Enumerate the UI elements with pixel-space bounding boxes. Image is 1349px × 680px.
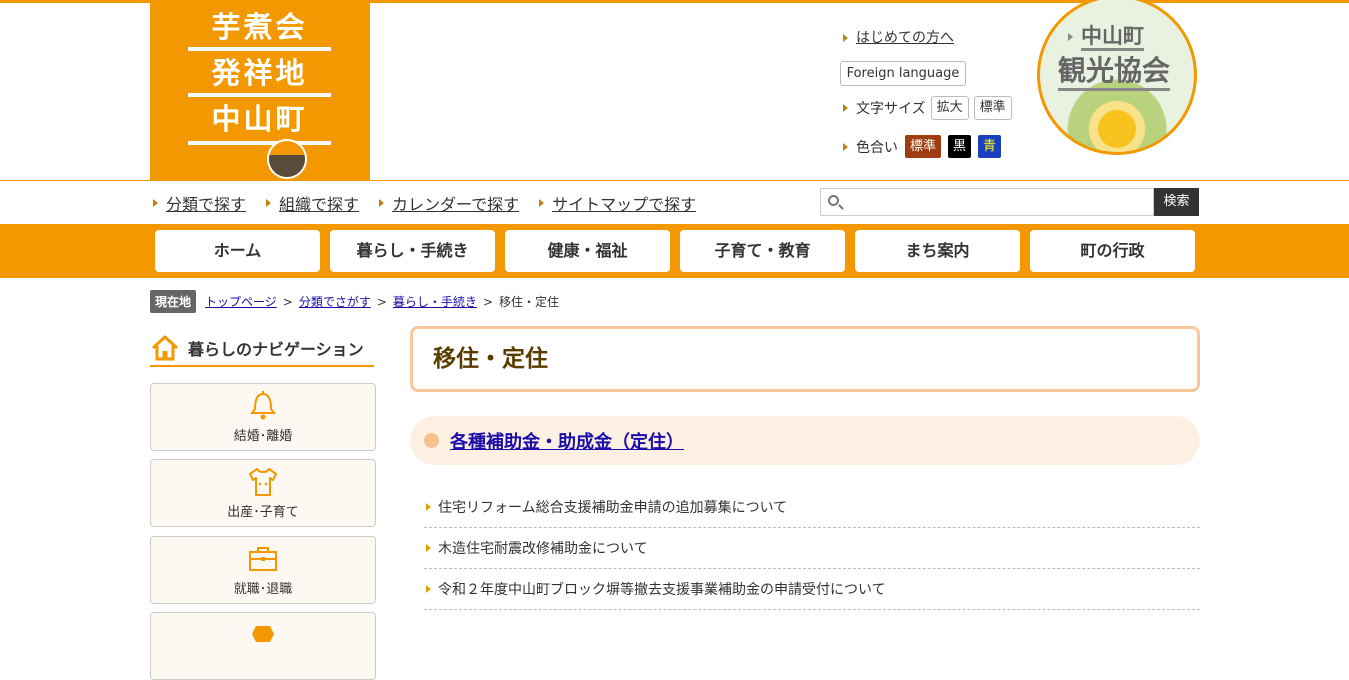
logo-line-3: 中山町 [211,102,308,136]
sidebar-item-label: 結婚･離婚 [233,429,293,444]
gnav-health[interactable]: 健康・福祉 [505,230,670,272]
breadcrumb-here-label: 現在地 [150,290,197,313]
house-icon [151,335,179,360]
font-size-label: 文字サイズ [856,101,926,117]
arrow-icon [266,199,272,207]
header-divider [0,180,1349,181]
arrow-icon [153,199,158,207]
sidebar-title: 暮らしのナビゲーション [150,330,374,367]
list-item[interactable]: 住宅リフォーム総合支援補助金申請の追加募集について [424,487,1200,528]
font-size-control: 文字サイズ 拡大 標準 [843,96,1012,120]
arrow-icon [426,585,431,593]
gnav-town-guide[interactable]: まち案内 [855,230,1020,272]
logo-line-2: 発祥地 [211,56,308,90]
sidebar-item-marriage[interactable]: 結婚･離婚 [150,383,376,451]
page-title: 移住・定住 [410,326,1200,392]
subnav-sitemap[interactable]: サイトマップで探す [539,191,696,215]
site-logo[interactable]: 芋煮会 発祥地 中山町 [150,3,370,180]
breadcrumb: 現在地 トップページ > 分類でさがす > 暮らし・手続き > 移住・定住 [150,290,559,313]
breadcrumb-separator: > [376,294,387,309]
color-black-button[interactable]: 黒 [948,135,972,158]
hexagon-icon [252,626,274,642]
article-list: 住宅リフォーム総合支援補助金申請の追加募集について 木造住宅耐震改修補助金につい… [424,487,1200,610]
imoni-pot-icon [267,139,307,179]
section-heading-link[interactable]: 各種補助金・助成金（定住） [450,428,684,454]
first-visit-label: はじめての方へ [856,30,954,46]
search-button[interactable]: 検索 [1154,188,1199,216]
color-blue-button[interactable]: 青 [978,135,1002,158]
bullet-dot-icon [424,433,439,448]
sidebar-title-text: 暮らしのナビゲーション [188,339,364,359]
sidebar-item-childbirth[interactable]: 出産･子育て [150,459,376,527]
logo-rule [188,47,331,51]
gnav-childcare[interactable]: 子育て・教育 [680,230,845,272]
foreign-language-button[interactable]: Foreign language [840,61,966,86]
list-item[interactable]: 令和２年度中山町ブロック塀等撤去支援事業補助金の申請受付について [424,569,1200,610]
logo-rule [188,141,331,145]
tourism-line-1: 中山町 [1068,20,1144,51]
global-navigation: ホーム 暮らし・手続き 健康・福祉 子育て・教育 まち案内 町の行政 [0,224,1349,278]
arrow-icon [379,199,385,207]
logo-line-1: 芋煮会 [211,10,308,44]
arrow-icon [426,544,431,552]
arrow-icon [426,503,431,511]
subnav-calendar[interactable]: カレンダーで探す [379,191,519,215]
subnav-organization[interactable]: 組織で探す [266,191,359,215]
list-item[interactable]: 木造住宅耐震改修補助金について [424,528,1200,569]
color-scheme-control: 色合い 標準 黒 青 [843,135,1002,158]
gnav-living[interactable]: 暮らし・手続き [330,230,495,272]
arrow-icon [843,104,848,112]
sidebar-item-next[interactable] [150,612,376,680]
arrow-icon [539,199,545,207]
gnav-home[interactable]: ホーム [155,230,320,272]
section-heading: 各種補助金・助成金（定住） [410,416,1200,465]
breadcrumb-separator: > [282,294,293,309]
search-input[interactable] [820,188,1154,216]
baby-clothes-icon [249,468,277,496]
breadcrumb-separator: > [482,294,493,309]
gnav-administration[interactable]: 町の行政 [1030,230,1195,272]
sub-navigation: 分類で探す 組織で探す カレンダーで探す サイトマップで探す [153,191,716,215]
bell-icon [250,391,276,420]
search-icon [828,195,839,206]
arrow-icon [843,34,848,42]
logo-rule [188,93,331,97]
breadcrumb-top[interactable]: トップページ [205,293,277,310]
sidebar-item-employment[interactable]: 就職･退職 [150,536,376,604]
subnav-category[interactable]: 分類で探す [153,191,246,215]
breadcrumb-category[interactable]: 分類でさがす [299,293,371,310]
color-standard-button[interactable]: 標準 [905,135,942,158]
briefcase-icon [249,547,277,571]
font-size-enlarge-button[interactable]: 拡大 [930,96,969,120]
arrow-icon [1068,33,1073,41]
first-visit-link[interactable]: はじめての方へ [843,27,954,47]
font-size-standard-button[interactable]: 標準 [973,96,1012,120]
breadcrumb-current: 移住・定住 [499,295,560,309]
sidebar-item-label: 就職･退職 [233,582,293,597]
sidebar-item-label: 出産･子育て [227,505,299,520]
tourism-association-banner[interactable]: 中山町 観光協会 [1037,0,1197,155]
tourism-line-2: 観光協会 [1058,54,1171,91]
arrow-icon [843,142,848,151]
breadcrumb-living[interactable]: 暮らし・手続き [393,293,477,310]
color-label: 色合い [856,139,898,156]
